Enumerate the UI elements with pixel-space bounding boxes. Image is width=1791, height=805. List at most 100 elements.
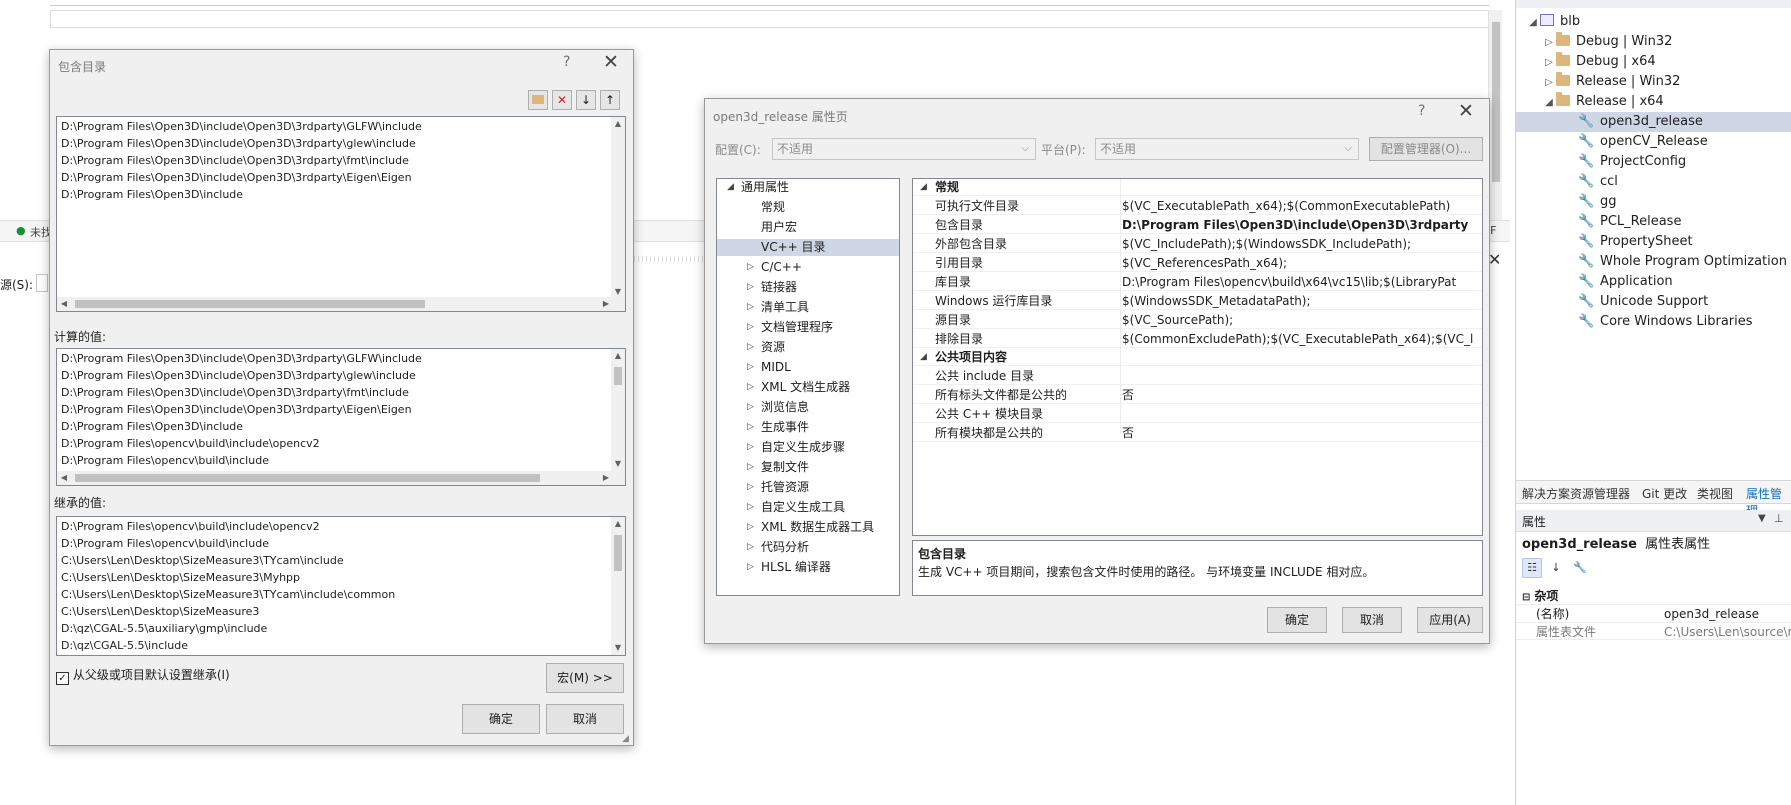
chevron-down-icon[interactable]: ▼ — [1758, 513, 1766, 524]
chevron-down-icon[interactable]: ◢ — [1526, 13, 1540, 33]
chevron-right-icon[interactable]: ▷ — [747, 259, 754, 276]
list-item[interactable]: D:\Program Files\opencv\build\include — [61, 453, 269, 468]
tree-item-property-sheet[interactable]: 🔧 gg — [1516, 192, 1791, 212]
property-row[interactable]: 所有标头文件都是公共的 否 — [913, 387, 1482, 404]
tree-node[interactable]: ▷ 自定义生成步骤 — [717, 439, 899, 456]
close-icon[interactable]: ✕ — [1488, 250, 1501, 269]
tree-item-property-sheet[interactable]: 🔧 Core Windows Libraries — [1516, 312, 1791, 332]
chevron-right-icon[interactable]: ▷ — [1542, 33, 1556, 53]
vertical-scrollbar[interactable]: ▲ ▼ — [611, 117, 625, 299]
chevron-right-icon[interactable]: ▷ — [747, 459, 754, 476]
help-button[interactable]: ? — [563, 54, 570, 70]
chevron-right-icon[interactable]: ▷ — [747, 519, 754, 536]
property-row[interactable]: 公共 include 目录 — [913, 368, 1482, 385]
delete-icon[interactable]: ✕ — [552, 90, 572, 110]
tree-node[interactable]: ▷ XML 文档生成器 — [717, 379, 899, 396]
tree-item-config-folder[interactable]: ▷ Release | Win32 — [1542, 72, 1791, 92]
column-divider[interactable] — [1120, 179, 1121, 434]
editor-vertical-scrollbar[interactable] — [1488, 10, 1502, 220]
list-item[interactable]: C:\Users\Len\Desktop\SizeMeasure3\TYcam\… — [61, 587, 395, 602]
chevron-right-icon[interactable]: ▷ — [747, 439, 754, 456]
tree-node[interactable]: ▷ MIDL — [717, 359, 899, 376]
section-header-general[interactable]: ◢ 常规 — [913, 179, 1482, 196]
ok-button[interactable]: 确定 — [462, 704, 540, 734]
tree-node[interactable]: ▷ C/C++ — [717, 259, 899, 276]
move-down-icon[interactable]: ↓ — [576, 90, 596, 110]
property-row[interactable]: (名称) open3d_release — [1516, 604, 1791, 622]
tree-item-config-folder[interactable]: ◢ Release | x64 — [1542, 92, 1791, 112]
close-button[interactable]: ✕ — [603, 51, 619, 73]
list-item[interactable]: D:\Program Files\Open3D\include\Open3D\3… — [61, 385, 409, 400]
chevron-down-icon[interactable]: ◢ — [1542, 93, 1556, 113]
tree-node-common-properties[interactable]: ◢ 通用属性 — [717, 179, 899, 196]
list-item[interactable]: D:\Program Files\opencv\build\include\op… — [61, 436, 320, 451]
chevron-right-icon[interactable]: ▷ — [1542, 53, 1556, 73]
inherited-values-list[interactable]: D:\Program Files\opencv\build\include\op… — [56, 516, 626, 656]
list-item[interactable]: D:\Program Files\opencv\build\include — [61, 536, 269, 551]
tree-node[interactable]: ▷ XML 数据生成器工具 — [717, 519, 899, 536]
tree-node[interactable]: ▷ 代码分析 — [717, 539, 899, 556]
tree-node[interactable]: 常规 — [717, 199, 899, 216]
tree-node[interactable]: ▷ HLSL 编译器 — [717, 559, 899, 576]
horizontal-scrollbar[interactable]: ◀ ▶ — [57, 471, 625, 485]
tree-item-property-sheet[interactable]: 🔧 openCV_Release — [1516, 132, 1791, 152]
list-item[interactable]: D:\Program Files\opencv\build\include\op… — [61, 519, 320, 534]
tree-item-property-sheet[interactable]: 🔧 Whole Program Optimization — [1516, 252, 1791, 272]
sort-alpha-icon[interactable]: ↓ — [1546, 558, 1566, 578]
chevron-right-icon[interactable]: ▷ — [747, 319, 754, 336]
chevron-down-icon[interactable]: ◢ — [920, 349, 927, 366]
tree-item-property-sheet[interactable]: 🔧 open3d_release — [1516, 112, 1791, 132]
chevron-down-icon[interactable]: ◢ — [920, 179, 927, 196]
tree-node[interactable]: ▷ 清单工具 — [717, 299, 899, 316]
checkmark-icon[interactable]: ✓ — [56, 672, 69, 685]
vertical-scrollbar[interactable]: ▲ ▼ — [611, 349, 625, 471]
apply-button[interactable]: 应用(A) — [1417, 607, 1483, 633]
tree-node[interactable]: ▷ 生成事件 — [717, 419, 899, 436]
list-item[interactable]: D:\Program Files\Open3D\include\Open3D\3… — [61, 136, 416, 151]
chevron-right-icon[interactable]: ▷ — [747, 419, 754, 436]
include-directories-list[interactable]: D:\Program Files\Open3D\include\Open3D\3… — [56, 116, 626, 312]
collapse-icon[interactable]: ⊟ — [1522, 592, 1530, 603]
property-row[interactable]: 库目录 D:\Program Files\opencv\build\x64\vc… — [913, 274, 1482, 291]
platform-select[interactable]: 不适用 ⌵ — [1095, 138, 1359, 160]
list-item[interactable]: C:\Users\Len\Desktop\SizeMeasure3\TYcam\… — [61, 553, 344, 568]
help-button[interactable]: ? — [1418, 103, 1425, 119]
macro-button[interactable]: 宏(M) >> — [546, 663, 624, 693]
property-row[interactable]: 排除目录 $(CommonExcludePath);$(VC_Executabl… — [913, 331, 1482, 348]
tree-item-config-folder[interactable]: ▷ Debug | x64 — [1542, 52, 1791, 72]
tree-item-config-folder[interactable]: ▷ Debug | Win32 — [1542, 32, 1791, 52]
tree-node[interactable]: ▷ 托管资源 — [717, 479, 899, 496]
chevron-down-icon[interactable]: ◢ — [727, 179, 734, 196]
tree-item-property-sheet[interactable]: 🔧 PropertySheet — [1516, 232, 1791, 252]
property-row[interactable]: Windows 运行库目录 $(WindowsSDK_MetadataPath)… — [913, 293, 1482, 310]
config-manager-button[interactable]: 配置管理器(O)... — [1369, 137, 1483, 161]
tree-node[interactable]: ▷ 复制文件 — [717, 459, 899, 476]
wrench-icon[interactable]: 🔧 — [1570, 558, 1590, 578]
chevron-right-icon[interactable]: ▷ — [747, 339, 754, 356]
list-item[interactable]: C:\Users\Len\Desktop\SizeMeasure3 — [61, 604, 259, 619]
categorized-icon[interactable]: ☷ — [1522, 558, 1542, 578]
list-item[interactable]: D:\Program Files\Open3D\include\Open3D\3… — [61, 368, 416, 383]
list-item[interactable]: D:\qz\CGAL-5.5\include — [61, 638, 188, 653]
list-item[interactable]: D:\Program Files\Open3D\include\Open3D\3… — [61, 153, 409, 168]
horizontal-scrollbar[interactable]: ◀ ▶ — [57, 297, 625, 311]
list-item[interactable]: C:\Users\Len\Desktop\SizeMeasure3\Myhpp — [61, 570, 300, 585]
property-row[interactable]: 属性表文件 C:\Users\Len\source\r — [1516, 622, 1791, 640]
close-button[interactable]: ✕ — [1458, 100, 1474, 122]
tree-node[interactable]: 用户宏 — [717, 219, 899, 236]
property-row[interactable]: 外部包含目录 $(VC_IncludePath);$(WindowsSDK_In… — [913, 236, 1482, 253]
tree-node[interactable]: VC++ 目录 — [717, 239, 899, 256]
tree-node[interactable]: ▷ 文档管理程序 — [717, 319, 899, 336]
tree-item-solution-root[interactable]: ◢ blb — [1526, 12, 1791, 32]
chevron-right-icon[interactable]: ▷ — [747, 359, 754, 376]
tree-item-property-sheet[interactable]: 🔧 Application — [1516, 272, 1791, 292]
list-item[interactable]: D:\Program Files\Open3D\include — [61, 419, 243, 434]
tree-item-property-sheet[interactable]: 🔧 PCL_Release — [1516, 212, 1791, 232]
chevron-right-icon[interactable]: ▷ — [747, 379, 754, 396]
tree-node[interactable]: ▷ 资源 — [717, 339, 899, 356]
ok-button[interactable]: 确定 — [1267, 607, 1327, 633]
resize-grip-icon[interactable]: ◢ — [622, 734, 629, 744]
chevron-right-icon[interactable]: ▷ — [747, 299, 754, 316]
chevron-right-icon[interactable]: ▷ — [747, 279, 754, 296]
source-combo[interactable] — [36, 274, 48, 292]
